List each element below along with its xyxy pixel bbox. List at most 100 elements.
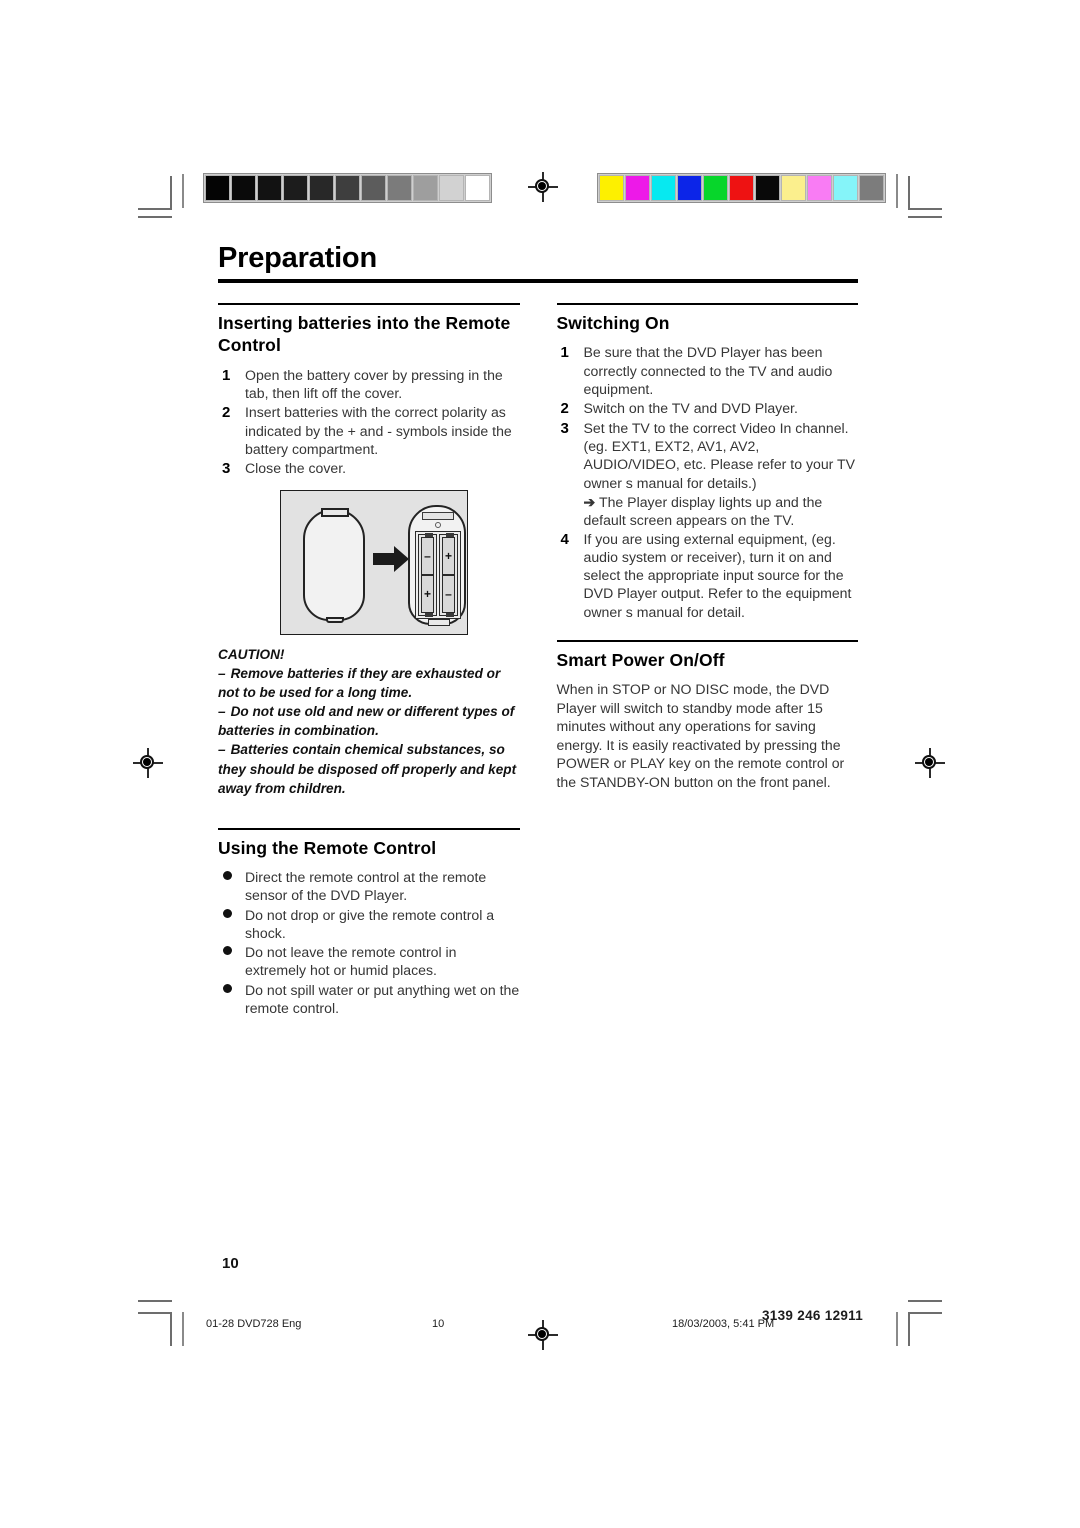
gray-swatch [205,175,230,201]
color-swatch [859,175,884,201]
color-swatch [729,175,754,201]
left-column: Inserting batteries into the Remote Cont… [218,303,520,1018]
battery-insertion-figure: – + + – [280,489,468,635]
step-number: 1 [222,366,231,384]
crop-tick-top-left [138,216,172,218]
step-text: Set the TV to the correct Video In chann… [583,419,856,491]
inserting-batteries-steps: 1 Open the battery cover by pressing in … [218,366,520,478]
heading-using-remote-control: Using the Remote Control [218,837,437,858]
led-indicator-icon [435,521,441,528]
battery-slot-left: – + [418,532,437,617]
heading-inserting-batteries: Inserting batteries into the Remote Cont… [218,313,511,356]
list-item: 1 Open the battery cover by pressing in … [218,366,520,403]
battery-bay: – + + – [415,530,461,619]
smart-power-body-text: When in STOP or NO DISC mode, the DVD Pl… [556,681,845,791]
list-item: 3 Set the TV to the correct Video In cha… [557,419,859,492]
color-swatch [781,175,806,201]
gray-swatch [335,175,360,201]
gray-swatch [231,175,256,201]
bullet-icon [223,946,232,956]
bullet-text: Direct the remote control at the remote … [245,868,487,904]
remote-body-icon: – + + – [408,504,466,626]
color-swatch [599,175,624,201]
list-item: 2 Switch on the TV and DVD Player. [557,399,859,417]
gray-swatch [257,175,282,201]
caution-block: CAUTION! – Remove batteries if they are e… [218,645,520,798]
gray-swatch [387,175,412,201]
caution-item: – Batteries contain chemical substances, … [218,740,520,797]
section-rule [556,303,858,306]
bullet-text: Do not leave the remote control in extre… [245,944,457,979]
remote-battery-cover-icon [303,507,365,623]
section-rule [218,303,520,306]
step-number: 1 [560,344,569,362]
heading-smart-power-on-off: Smart Power On/Off [556,649,725,670]
crop-tick-top-right [908,216,942,218]
color-swatch [651,175,676,201]
ir-lens-icon [422,511,454,520]
caution-heading: CAUTION! [218,646,285,662]
gray-swatch [465,175,490,201]
trim-bar-top-left [182,174,184,208]
color-swatch [703,175,728,201]
gray-swatch [413,175,438,201]
registration-mark-bottom-center [528,1320,558,1350]
list-item: 1 Be sure that the DVD Player has been c… [557,343,859,398]
color-calibration-strip [597,173,886,203]
note-text: The Player display lights up and the def… [583,493,823,529]
list-item: Do not leave the remote control in extre… [218,943,520,980]
dash-marker: – [218,704,226,720]
footer-page-number: 10 [432,1318,445,1330]
battery-polarity-right-top: + [442,536,455,575]
dash-marker: – [218,665,226,681]
arrow-right-icon [373,545,409,572]
page-title: Preparation [218,242,377,274]
bullet-text: Do not spill water or put anything wet o… [245,981,520,1017]
trim-bar-top-right [896,174,898,208]
caution-item-text: Do not use old and new or different type… [218,704,515,739]
cover-tab-bottom [326,616,344,623]
list-item: 2 Insert batteries with the correct pola… [218,403,520,458]
cover-tab-top [321,507,349,517]
battery-terminal-nub [446,612,454,617]
footer-timestamp: 18/03/2003, 5:41 PM [672,1318,775,1330]
caution-item: – Remove batteries if they are exhausted … [218,664,520,702]
section-rule [556,640,858,642]
registration-mark-top-center [528,172,558,202]
list-item: Direct the remote control at the remote … [218,868,520,905]
section-rule [218,827,520,830]
battery-polarity-left-bottom: + [421,574,434,613]
two-column-layout: Inserting batteries into the Remote Cont… [218,303,858,1018]
folio-page-number: 10 [222,1255,239,1272]
crop-mark-bottom-left [138,1312,172,1346]
trim-bar-bottom-left [182,1312,184,1346]
using-remote-control-bullets: Direct the remote control at the remote … [218,868,520,1018]
step-text: Open the battery cover by pressing in th… [245,366,503,402]
grayscale-calibration-strip [203,173,492,203]
page-title-rule [218,279,858,284]
color-swatch [625,175,650,201]
bullet-icon [223,870,232,880]
step-text: Close the cover. [245,460,347,477]
battery-polarity-right-bottom: – [442,574,455,613]
footer-file-name: 01-28 DVD728 Eng [206,1318,302,1330]
switching-on-steps-continued: 4 If you are using external equipment, (… [557,530,859,622]
caution-item-text: Batteries contain chemical substances, s… [218,742,517,796]
gray-swatch [309,175,334,201]
step-number: 2 [560,400,569,418]
color-swatch [807,175,832,201]
body-tab-bottom [428,618,450,626]
bullet-icon [223,983,232,993]
trim-bar-bottom-right [896,1312,898,1346]
page-content: Preparation Inserting batteries into the… [218,243,858,1018]
crop-tick-bottom-left [138,1300,172,1302]
heading-switching-on: Switching On [556,313,670,334]
bullet-icon [223,908,232,918]
registration-mark-left-middle [133,748,163,778]
dash-marker: – [218,742,226,758]
color-swatch [677,175,702,201]
step-text: If you are using external equipment, (eg… [583,530,852,620]
list-item: 4 If you are using external equipment, (… [557,530,859,622]
